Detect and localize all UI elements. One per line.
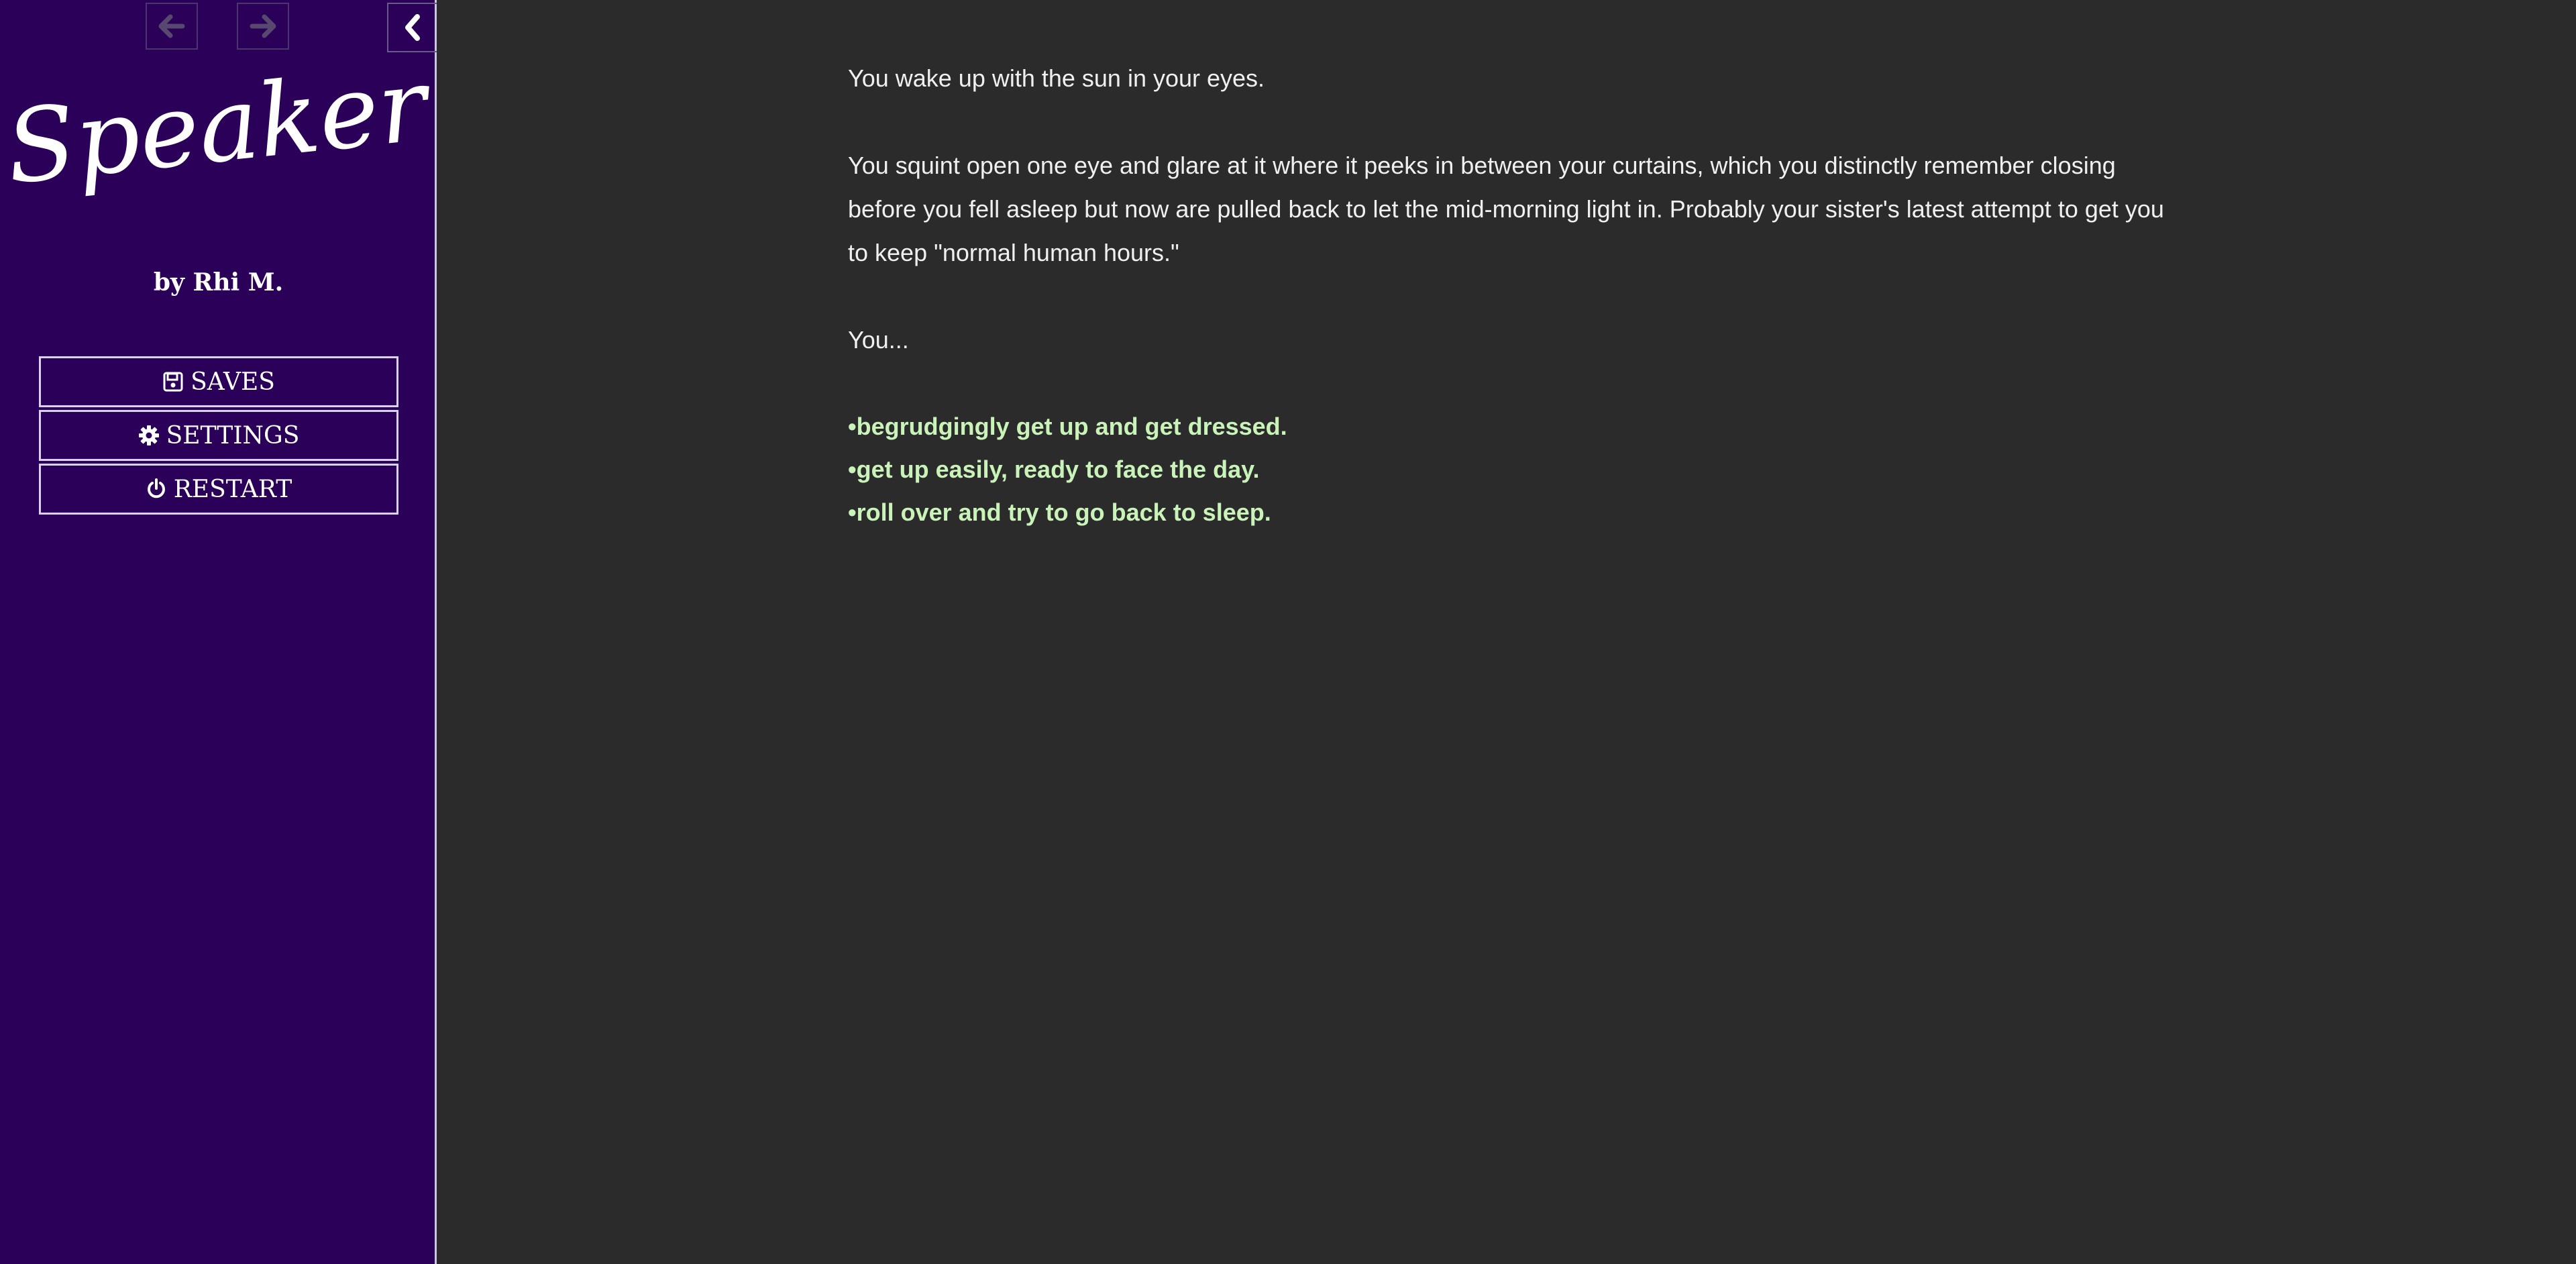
settings-label: SETTINGS xyxy=(166,421,300,450)
gear-icon xyxy=(138,425,159,445)
story-title: Speaker xyxy=(1,60,437,207)
saves-label: SAVES xyxy=(191,368,275,396)
passage-paragraph: You squint open one eye and glare at it … xyxy=(848,152,2164,266)
chevron-left-icon xyxy=(405,14,420,41)
restart-label: RESTART xyxy=(173,475,292,503)
restart-button[interactable]: RESTART xyxy=(39,464,398,515)
saves-button[interactable]: SAVES xyxy=(39,356,398,407)
sidebar: Speaker by Rhi M. SAVES SETTINGS RESTART xyxy=(0,0,437,1264)
history-forward-button[interactable] xyxy=(237,3,289,50)
save-icon xyxy=(163,372,183,392)
passage-paragraph: You wake up with the sun in your eyes. xyxy=(848,64,1265,92)
passage-paragraph: You... xyxy=(848,326,909,354)
passage: You wake up with the sun in your eyes. Y… xyxy=(848,56,2190,534)
story-author: by Rhi M. xyxy=(153,268,284,297)
choice-link[interactable]: •begrudgingly get up and get dressed. xyxy=(848,405,2190,448)
choice-link[interactable]: •get up easily, ready to face the day. xyxy=(848,448,2190,491)
svg-text:Speaker: Speaker xyxy=(1,60,437,207)
history-back-button[interactable] xyxy=(146,3,198,50)
settings-button[interactable]: SETTINGS xyxy=(39,410,398,461)
choice-link[interactable]: •roll over and try to go back to sleep. xyxy=(848,491,2190,534)
choice-list: •begrudgingly get up and get dressed. •g… xyxy=(848,405,2190,534)
sidebar-toggle-button[interactable] xyxy=(387,3,437,52)
arrow-left-icon xyxy=(158,14,185,38)
arrow-right-icon xyxy=(250,14,276,38)
menu: SAVES SETTINGS RESTART xyxy=(39,356,398,517)
power-icon xyxy=(147,478,165,498)
